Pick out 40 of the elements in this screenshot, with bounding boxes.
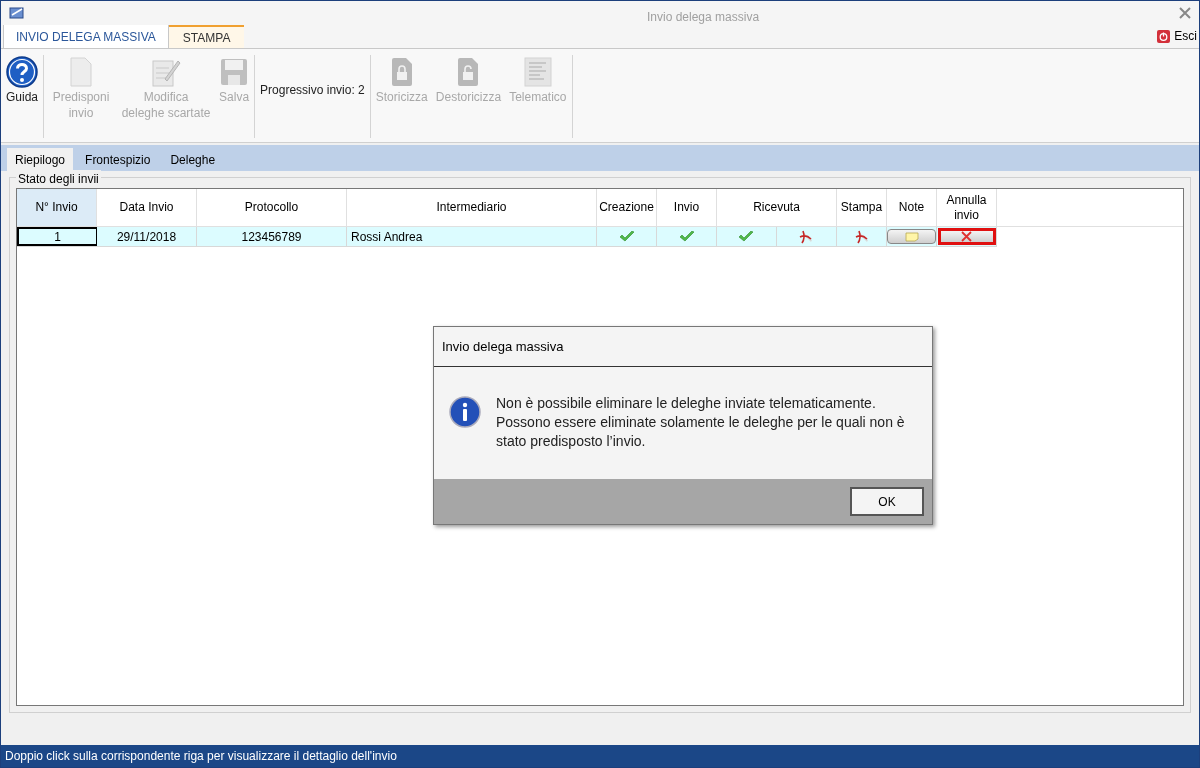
close-icon[interactable] xyxy=(1179,7,1191,19)
report-icon xyxy=(523,57,552,87)
info-icon xyxy=(449,396,481,428)
table-row[interactable]: 1 29/11/2018 123456789 Rossi Andrea xyxy=(17,227,997,247)
cancel-button[interactable] xyxy=(937,228,996,245)
dialog-title: Invio delega massiva xyxy=(434,327,932,367)
edit-icon xyxy=(151,57,182,87)
save-icon xyxy=(220,58,249,86)
pdf-icon xyxy=(798,229,815,244)
progress-number-label: Progressivo invio: 2 xyxy=(259,82,366,99)
power-icon xyxy=(1157,29,1171,43)
dialog-message: Non è possibile eliminare le deleghe inviate telematicamente. Possono essere eliminate solamente le deleghe per le quali non è stato predisposto l’invio. xyxy=(496,394,906,451)
lock-icon xyxy=(389,57,414,87)
pdf-icon xyxy=(853,229,870,244)
column-header[interactable]: Creazione xyxy=(597,189,657,226)
note-button[interactable] xyxy=(887,229,936,244)
unlock-icon xyxy=(456,57,481,87)
table-cell: 1 xyxy=(17,227,97,246)
tab[interactable]: Riepilogo xyxy=(7,148,74,171)
status-bar: Doppio click sulla corrispondente riga per visualizzare il dettaglio dell'invio xyxy=(1,745,1199,767)
tab[interactable]: Frontespizio xyxy=(77,148,159,171)
group-title: Stato degli invii xyxy=(16,170,101,188)
window-title: Invio delega massiva xyxy=(647,9,760,26)
ok-button[interactable]: OK xyxy=(850,487,924,516)
checkmark-icon xyxy=(618,230,635,243)
table-cell: Rossi Andrea xyxy=(347,227,597,246)
note-icon xyxy=(904,231,919,242)
ribbon-tab[interactable]: INVIO DELEGA MASSIVA xyxy=(3,24,169,48)
close-icon xyxy=(961,231,972,242)
app-icon xyxy=(9,6,25,20)
checkmark-icon xyxy=(738,230,755,243)
help-icon xyxy=(6,56,38,88)
column-header[interactable]: N° Invio xyxy=(17,189,97,226)
tab[interactable]: Deleghe xyxy=(162,148,224,171)
checkmark-icon xyxy=(678,230,695,243)
exit-button[interactable]: Esci xyxy=(1157,27,1197,45)
table-cell: 123456789 xyxy=(197,227,347,246)
toolbar-button[interactable]: Guida xyxy=(3,55,42,105)
document-icon xyxy=(69,57,94,87)
table-cell: 29/11/2018 xyxy=(97,227,197,246)
